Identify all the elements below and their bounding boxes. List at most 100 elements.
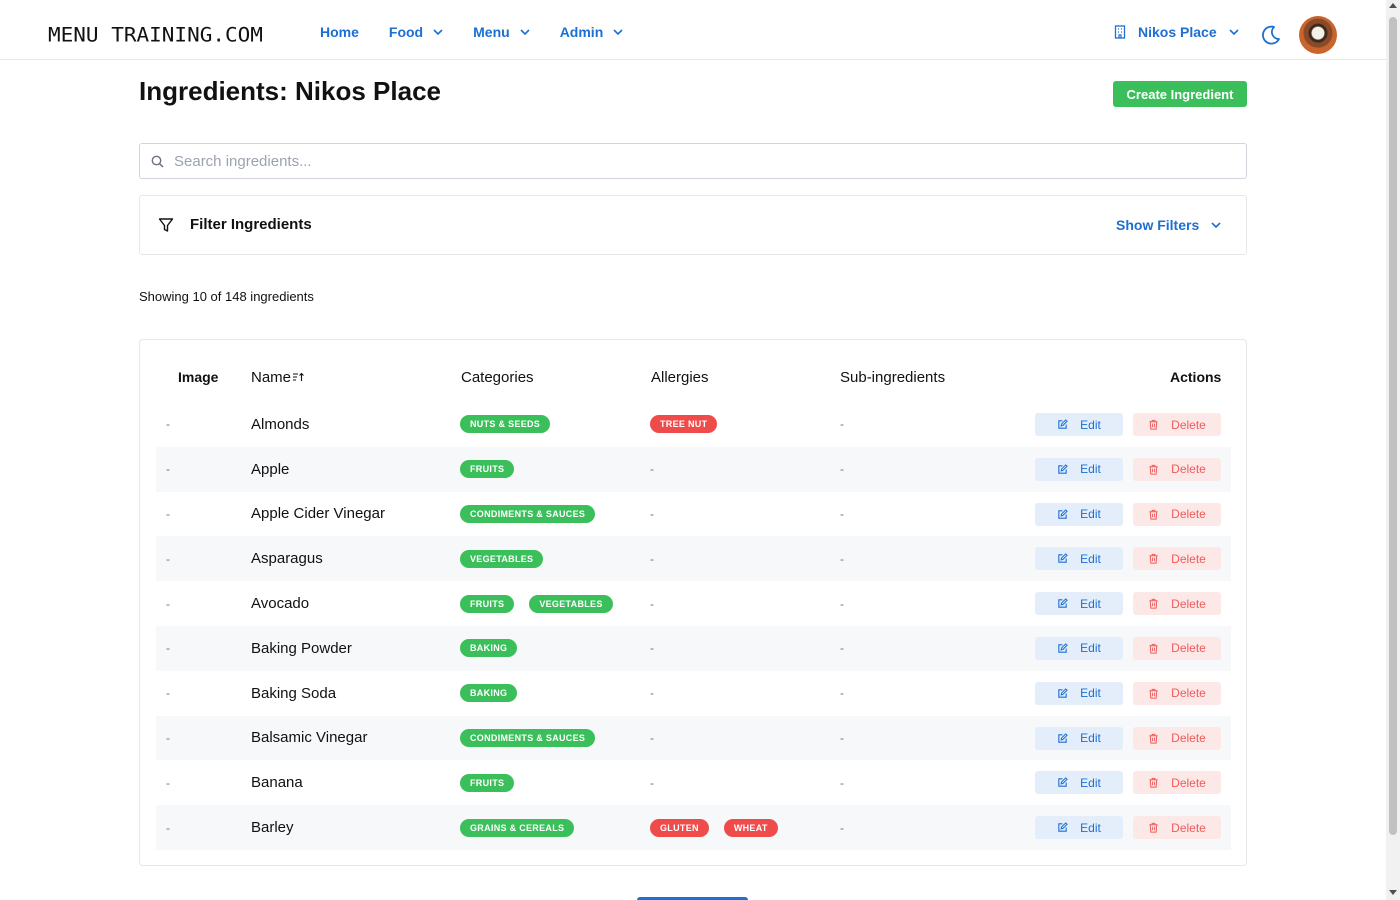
empty-value: - <box>166 775 170 790</box>
empty-value: - <box>166 820 170 835</box>
ingredient-name[interactable]: Asparagus <box>251 536 323 581</box>
delete-button[interactable]: Delete <box>1133 457 1221 481</box>
nav-admin[interactable]: Admin <box>560 24 624 40</box>
ingredient-name[interactable]: Apple Cider Vinegar <box>251 492 385 537</box>
search-box <box>139 143 1247 179</box>
trash-icon <box>1149 464 1158 475</box>
category-badge: Vegetables <box>460 549 544 568</box>
edit-label: Edit <box>1080 507 1101 522</box>
show-filters-label: Show Filters <box>1116 217 1200 233</box>
empty-value: - <box>840 686 844 701</box>
trash-icon <box>1149 419 1158 430</box>
delete-button[interactable]: Delete <box>1133 547 1221 571</box>
trash-icon <box>1149 643 1158 654</box>
header-name[interactable]: Name <box>251 369 304 386</box>
delete-label: Delete <box>1171 686 1206 701</box>
empty-value: - <box>166 641 170 656</box>
empty-value: - <box>166 417 170 432</box>
show-filters-toggle[interactable]: Show Filters <box>1116 217 1221 233</box>
category-badge: Baking <box>460 684 518 703</box>
edit-button[interactable]: Edit <box>1035 457 1123 481</box>
edit-button[interactable]: Edit <box>1035 681 1123 705</box>
empty-value: - <box>840 596 844 611</box>
empty-value: - <box>650 551 654 566</box>
empty-value: - <box>840 820 844 835</box>
empty-value: - <box>840 551 844 566</box>
edit-icon <box>1058 598 1068 608</box>
scroll-down-arrow-icon[interactable] <box>1389 890 1397 895</box>
category-badge: Condiments & Sauces <box>460 504 596 523</box>
search-input[interactable] <box>174 150 1234 172</box>
trash-icon <box>1149 823 1158 833</box>
scroll-thumb[interactable] <box>1389 17 1397 835</box>
edit-button[interactable]: Edit <box>1035 636 1123 660</box>
delete-button[interactable]: Delete <box>1133 681 1221 705</box>
empty-value: - <box>166 462 170 477</box>
nav-home[interactable]: Home <box>320 24 359 40</box>
ingredient-name[interactable]: Banana <box>251 760 303 805</box>
category-badge: Grains & Cereals <box>460 818 575 837</box>
ingredient-image: - <box>166 536 170 581</box>
delete-button[interactable]: Delete <box>1133 502 1221 526</box>
edit-button[interactable]: Edit <box>1035 726 1123 750</box>
empty-value: - <box>166 596 170 611</box>
ingredient-image: - <box>166 671 170 716</box>
ingredient-name[interactable]: Avocado <box>251 581 309 626</box>
delete-button[interactable]: Delete <box>1133 636 1221 660</box>
ingredient-name[interactable]: Balsamic Vinegar <box>251 716 367 761</box>
ingredient-name[interactable]: Baking Powder <box>251 626 352 671</box>
empty-value: - <box>166 730 170 745</box>
ingredient-name[interactable]: Baking Soda <box>251 671 336 716</box>
delete-button[interactable]: Delete <box>1133 726 1221 750</box>
empty-value: - <box>650 596 654 611</box>
filter-title: Filter Ingredients <box>190 216 312 233</box>
ingredient-name[interactable]: Apple <box>251 447 289 492</box>
trash-icon <box>1149 778 1158 788</box>
ingredient-allergies: Tree Nut <box>650 402 732 447</box>
empty-value: - <box>840 506 844 521</box>
edit-button[interactable]: Edit <box>1035 413 1123 436</box>
scroll-up-arrow-icon[interactable] <box>1389 3 1397 8</box>
ingredient-allergies: - <box>650 536 654 581</box>
table-row: - Apple Cider Vinegar Condiments & Sauces -… <box>156 492 1231 537</box>
ingredient-name[interactable]: Almonds <box>251 402 309 447</box>
delete-button[interactable]: Delete <box>1133 816 1221 840</box>
edit-button[interactable]: Edit <box>1035 816 1123 840</box>
top-navbar: MENU TRAINING.COM Home Food Menu Admin N… <box>0 0 1386 60</box>
trash-icon <box>1149 554 1158 564</box>
ingredient-name[interactable]: Barley <box>251 805 294 850</box>
moon-icon[interactable] <box>1260 24 1282 46</box>
empty-value: - <box>840 775 844 790</box>
ingredient-allergies: - <box>650 581 654 626</box>
edit-label: Edit <box>1080 641 1101 656</box>
edit-button[interactable]: Edit <box>1035 771 1123 795</box>
table-row: - Banana Fruits - - Edit Delete <box>156 760 1231 805</box>
user-avatar[interactable] <box>1299 16 1337 54</box>
delete-label: Delete <box>1171 507 1206 522</box>
venue-selector[interactable]: Nikos Place <box>1113 24 1239 40</box>
edit-button[interactable]: Edit <box>1035 547 1123 571</box>
edit-button[interactable]: Edit <box>1035 592 1123 616</box>
edit-button[interactable]: Edit <box>1035 502 1123 526</box>
site-logo[interactable]: MENU TRAINING.COM <box>48 23 263 48</box>
delete-button[interactable]: Delete <box>1133 413 1221 436</box>
delete-label: Delete <box>1171 820 1206 835</box>
category-badge: Vegetables <box>529 594 613 613</box>
nav-menu[interactable]: Menu <box>473 24 530 40</box>
delete-label: Delete <box>1171 551 1206 566</box>
building-icon <box>1114 25 1126 39</box>
table-row: - Baking Soda Baking - - Edit Delete <box>156 671 1231 716</box>
ingredient-categories: Fruits Vegetables <box>460 581 628 626</box>
page-scrollbar[interactable] <box>1386 0 1400 900</box>
delete-button[interactable]: Delete <box>1133 771 1221 795</box>
nav-food[interactable]: Food <box>389 24 443 40</box>
allergy-badge: Wheat <box>723 818 778 837</box>
category-badge: Fruits <box>460 773 515 792</box>
table-row: - Avocado Fruits Vegetables - - Edit Delete <box>156 581 1231 626</box>
nav-food-label: Food <box>388 24 424 40</box>
delete-button[interactable]: Delete <box>1133 592 1221 616</box>
ingredient-allergies: Gluten Wheat <box>650 805 793 850</box>
create-ingredient-button[interactable]: Create Ingredient <box>1113 81 1247 107</box>
ingredient-image: - <box>166 716 170 761</box>
category-badge: Fruits <box>460 594 515 613</box>
